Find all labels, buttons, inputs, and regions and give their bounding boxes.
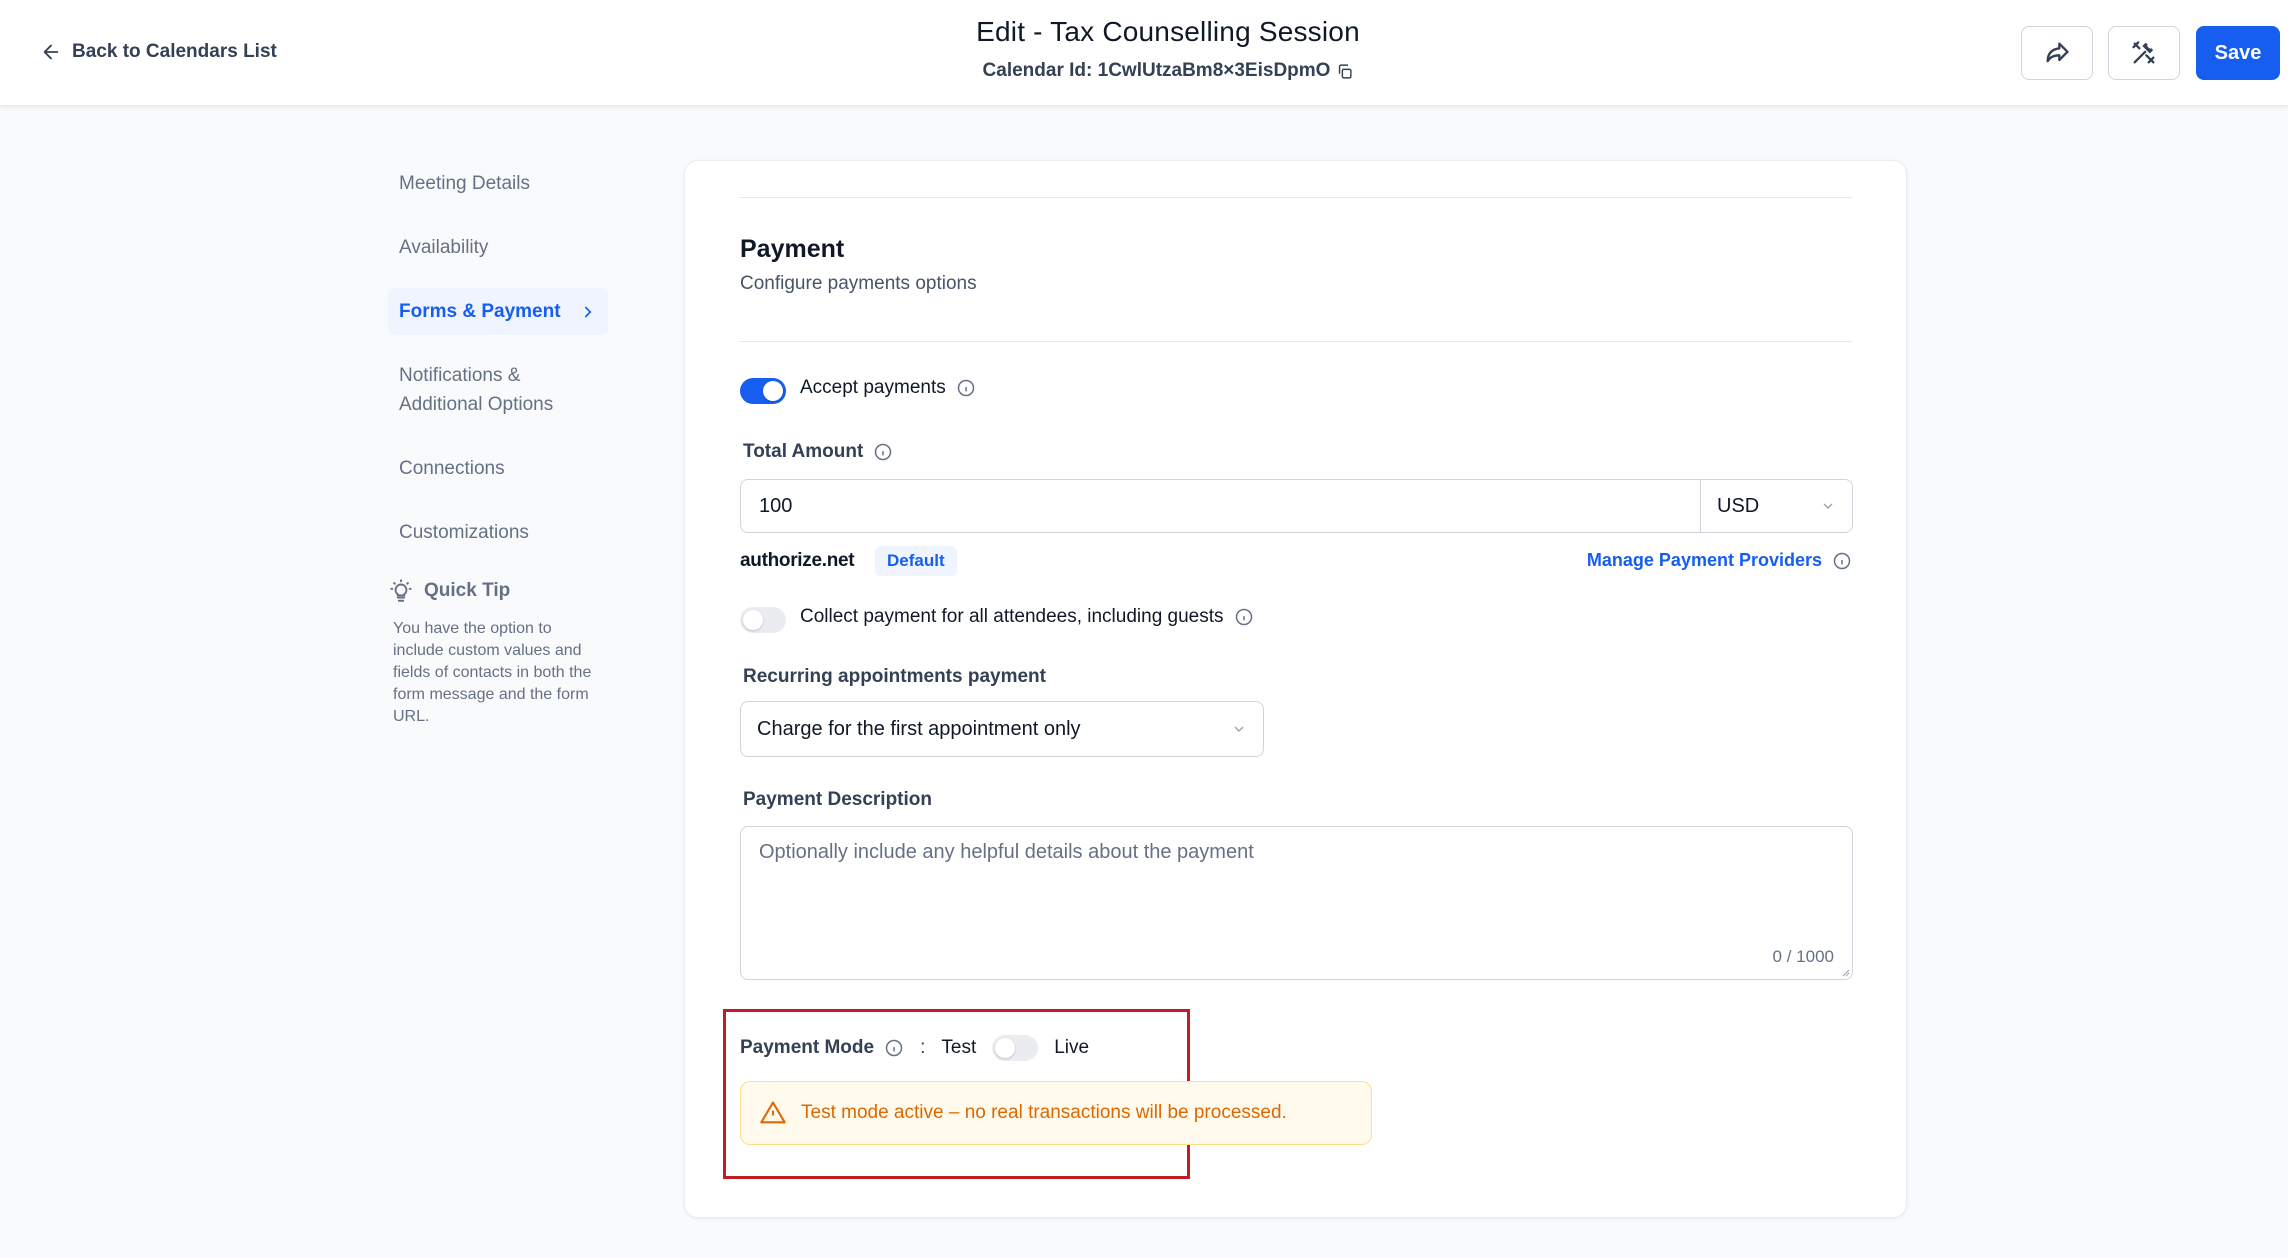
sidebar-nav: Meeting Details Availability Forms & Pay… bbox=[388, 160, 608, 573]
divider bbox=[739, 197, 1852, 198]
section-subtitle: Configure payments options bbox=[740, 273, 977, 294]
section-title: Payment bbox=[740, 235, 845, 263]
sidebar-item-label: Connections bbox=[399, 458, 505, 479]
default-badge: Default bbox=[875, 546, 957, 576]
payment-mode-label: Payment Mode bbox=[740, 1037, 875, 1058]
top-header: Back to Calendars List Edit - Tax Counse… bbox=[0, 0, 2288, 106]
collect-all-row: Collect payment for all attendees, inclu… bbox=[800, 606, 1254, 628]
description-label-text: Payment Description bbox=[743, 789, 932, 810]
payment-card: Payment Configure payments options Accep… bbox=[684, 160, 1907, 1218]
test-mode-alert-text: Test mode active – no real transactions … bbox=[801, 1102, 1287, 1123]
recurring-value: Charge for the first appointment only bbox=[757, 717, 1081, 740]
info-icon[interactable] bbox=[873, 442, 893, 462]
accept-payments-toggle[interactable] bbox=[740, 378, 786, 404]
title-block: Edit - Tax Counselling Session Calendar … bbox=[0, 16, 2288, 82]
payment-description-label: Payment Description bbox=[743, 789, 932, 811]
page-title: Edit - Tax Counselling Session bbox=[976, 16, 1360, 47]
quick-tip-body: You have the option to include custom va… bbox=[393, 620, 592, 725]
accept-payments-label: Accept payments bbox=[800, 377, 946, 398]
calendar-id: Calendar Id: 1CwlUtzaBm8×3EisDpmO bbox=[983, 60, 1354, 82]
mode-test-label: Test bbox=[941, 1037, 977, 1058]
info-icon[interactable] bbox=[1234, 607, 1254, 627]
tools-button[interactable] bbox=[2108, 26, 2180, 80]
info-icon[interactable] bbox=[884, 1038, 904, 1058]
accept-payments-row: Accept payments bbox=[800, 377, 976, 399]
share-button[interactable] bbox=[2021, 26, 2093, 80]
sidebar-item-label: Customizations bbox=[399, 522, 529, 543]
sidebar-item-availability[interactable]: Availability bbox=[388, 224, 608, 271]
quick-tip-title: Quick Tip bbox=[424, 580, 511, 601]
total-amount-input[interactable]: 100 bbox=[740, 479, 1701, 533]
currency-select[interactable]: USD bbox=[1700, 479, 1853, 533]
recurring-label-text: Recurring appointments payment bbox=[743, 666, 1046, 687]
manage-providers-label: Manage Payment Providers bbox=[1586, 550, 1822, 570]
sidebar-item-label: Availability bbox=[399, 237, 489, 258]
recurring-payment-label: Recurring appointments payment bbox=[743, 666, 1046, 688]
total-amount-label: Total Amount bbox=[743, 441, 864, 462]
resize-handle-icon[interactable] bbox=[1840, 967, 1850, 977]
authorize-net-logo: authorize.net bbox=[740, 550, 855, 571]
calendar-id-text: Calendar Id: 1CwlUtzaBm8×3EisDpmO bbox=[982, 60, 1331, 81]
collect-all-label: Collect payment for all attendees, inclu… bbox=[800, 606, 1224, 627]
chevron-right-icon bbox=[584, 306, 592, 317]
divider bbox=[739, 341, 1852, 342]
sidebar-item-notifications[interactable]: Notifications & Additional Options bbox=[388, 352, 608, 428]
lightbulb-icon bbox=[390, 579, 412, 602]
share-icon bbox=[2046, 42, 2069, 63]
copy-icon[interactable] bbox=[1336, 63, 1353, 80]
recurring-payment-select[interactable]: Charge for the first appointment only bbox=[740, 701, 1264, 757]
quick-tip-header: Quick Tip bbox=[388, 578, 606, 604]
toggle-knob bbox=[743, 610, 763, 630]
payment-mode-row: Payment Mode : Test Live bbox=[740, 1033, 1089, 1063]
sidebar-item-label: Forms & Payment bbox=[399, 301, 561, 322]
chevron-down-icon bbox=[1823, 503, 1833, 509]
tools-icon bbox=[2132, 41, 2155, 64]
manage-payment-providers-link[interactable]: Manage Payment Providers bbox=[1587, 550, 1852, 571]
total-amount-value: 100 bbox=[759, 494, 793, 517]
total-amount-label-row: Total Amount bbox=[743, 441, 893, 463]
sidebar-item-label: Meeting Details bbox=[399, 173, 530, 194]
test-mode-alert: Test mode active – no real transactions … bbox=[740, 1081, 1372, 1145]
mode-live-label: Live bbox=[1054, 1037, 1090, 1058]
collect-all-attendees-toggle[interactable] bbox=[740, 607, 786, 633]
currency-value: USD bbox=[1717, 494, 1760, 517]
sidebar-item-forms-payment[interactable]: Forms & Payment bbox=[388, 288, 608, 335]
save-button[interactable]: Save bbox=[2196, 26, 2280, 80]
character-counter: 0 / 1000 bbox=[1772, 947, 1834, 966]
payment-mode-toggle[interactable] bbox=[992, 1035, 1039, 1061]
quick-tip: Quick Tip You have the option to include… bbox=[388, 578, 606, 728]
toggle-knob bbox=[763, 381, 783, 401]
info-icon[interactable] bbox=[956, 378, 976, 398]
mode-separator: : bbox=[920, 1037, 926, 1058]
sidebar-item-connections[interactable]: Connections bbox=[388, 445, 608, 492]
warning-icon bbox=[760, 1101, 786, 1124]
toggle-knob bbox=[995, 1038, 1016, 1058]
sidebar-item-label: Notifications & Additional Options bbox=[399, 365, 554, 415]
sidebar-item-customizations[interactable]: Customizations bbox=[388, 509, 608, 556]
info-icon[interactable] bbox=[1832, 551, 1852, 571]
chevron-down-icon bbox=[1234, 726, 1244, 732]
payment-description-textarea[interactable]: Optionally include any helpful details a… bbox=[740, 826, 1853, 980]
description-placeholder: Optionally include any helpful details a… bbox=[759, 841, 1254, 863]
sidebar-item-meeting-details[interactable]: Meeting Details bbox=[388, 160, 608, 207]
